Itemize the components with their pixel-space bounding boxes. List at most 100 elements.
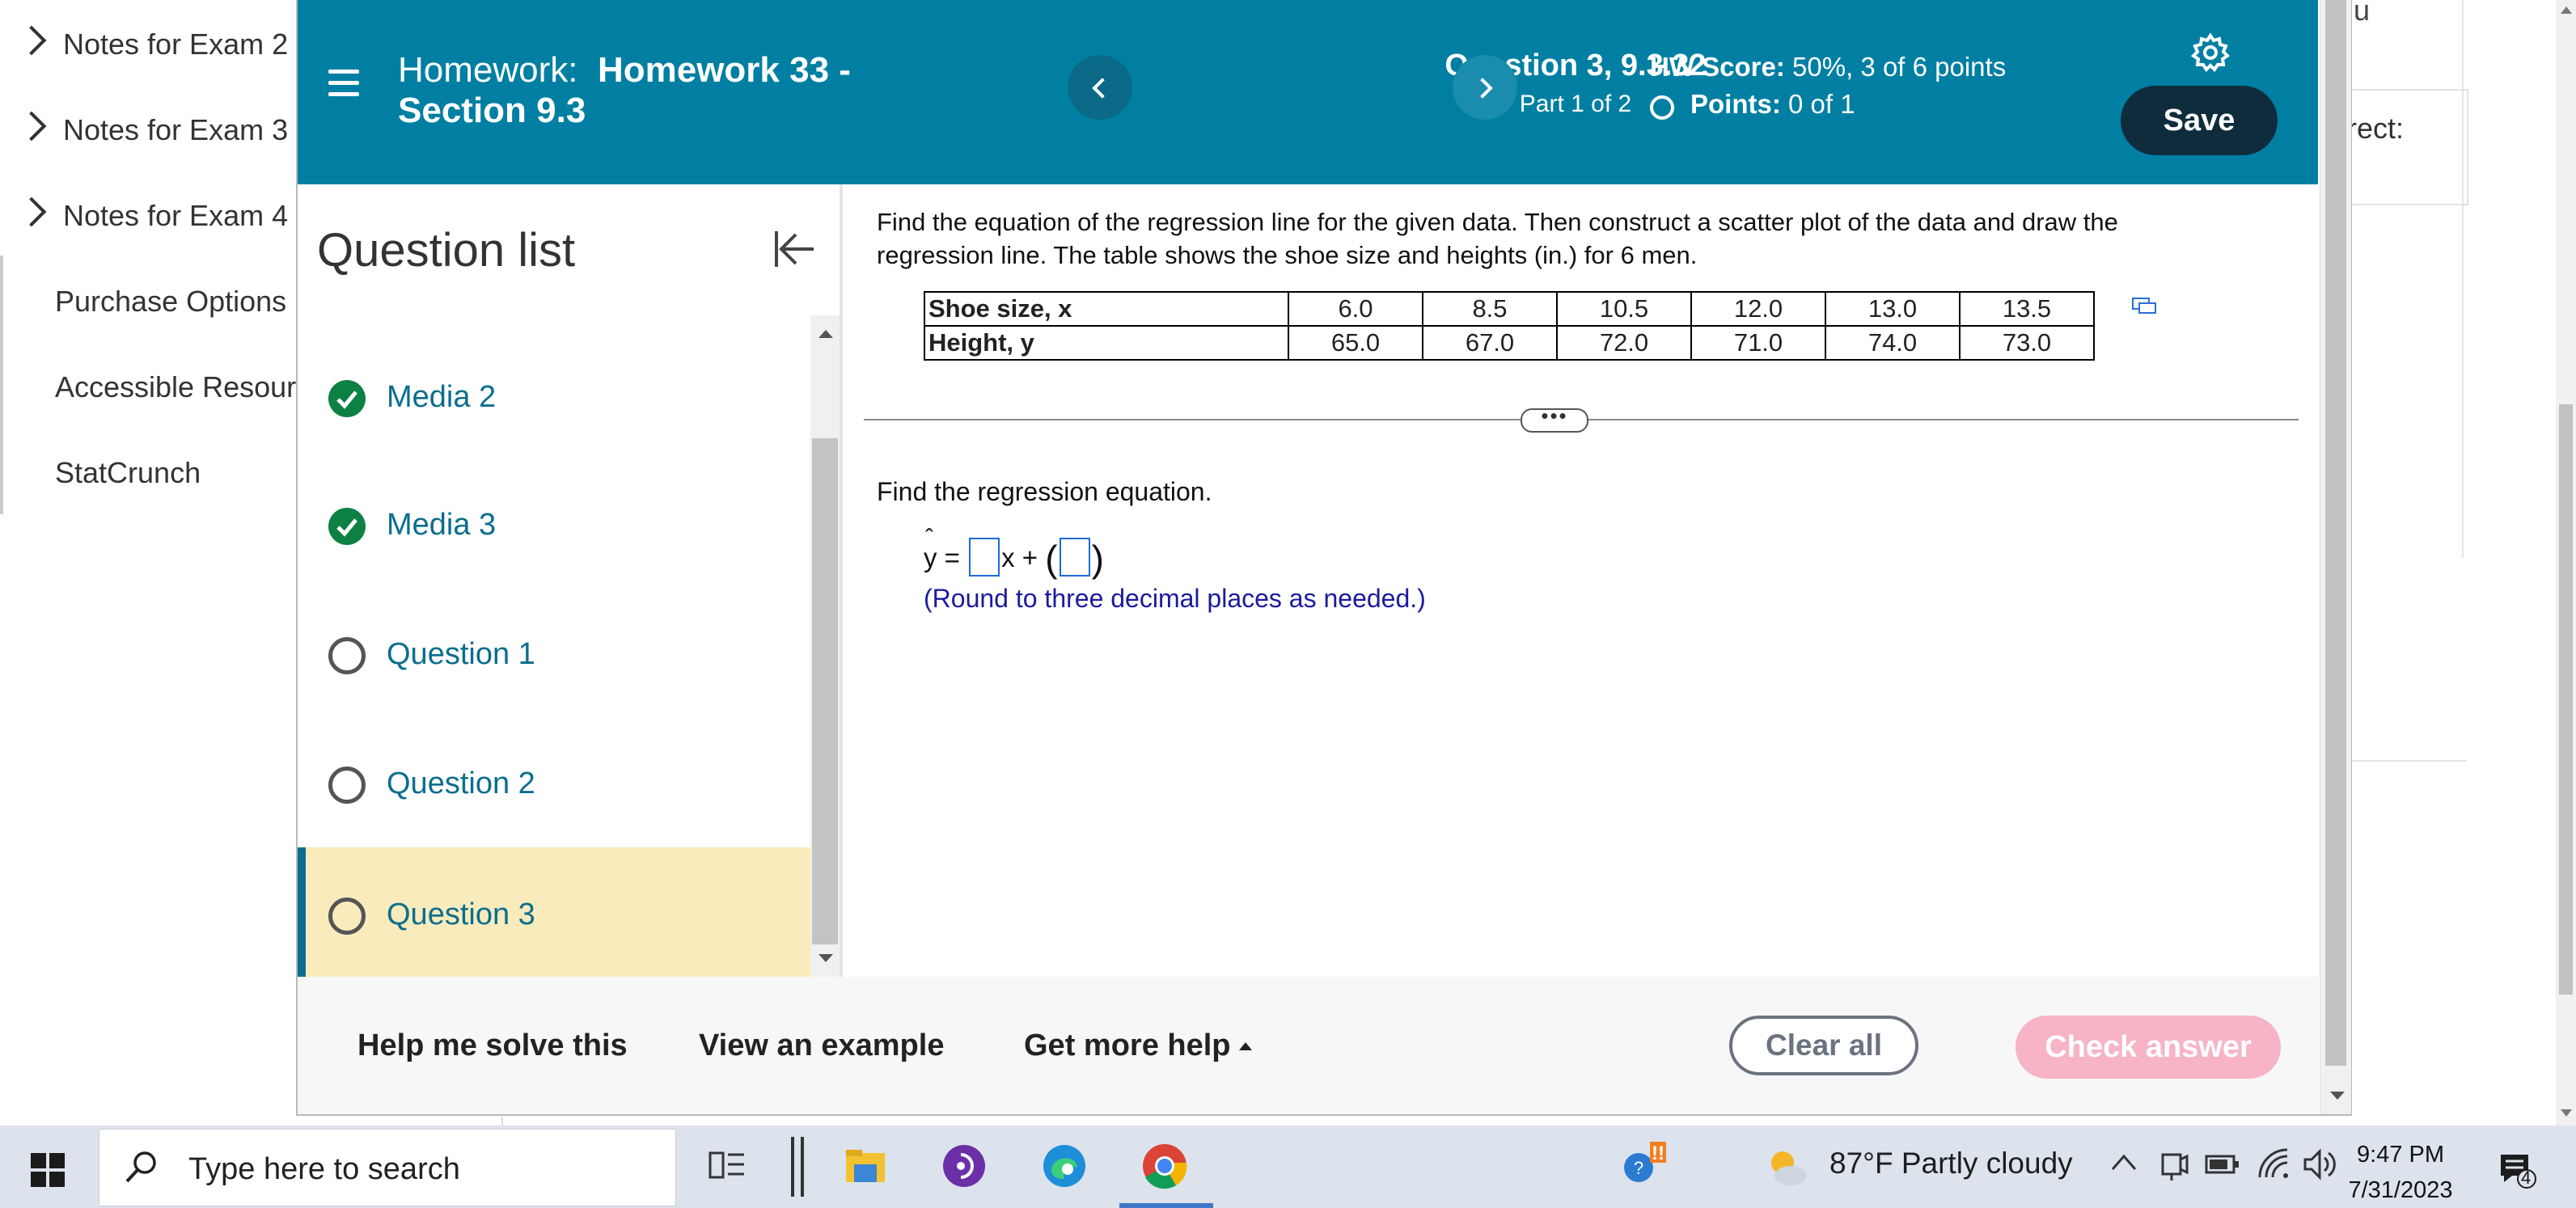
table-cell: 65.0: [1288, 325, 1423, 361]
previous-question-button[interactable]: [1068, 55, 1132, 120]
question-content: Find the equation of the regression line…: [843, 184, 2320, 977]
sidebar-item-notes-exam-3[interactable]: Notes for Exam 3: [0, 111, 289, 147]
x-term: x: [1001, 543, 1015, 572]
meet-now-icon[interactable]: [2158, 1147, 2190, 1182]
weather-text[interactable]: 87°F Partly cloudy: [1829, 1147, 2073, 1181]
course-sidebar: Notes for Exam 2 Notes for Exam 3 Notes …: [0, 0, 299, 517]
question-list-title: Question list: [317, 224, 576, 277]
taskbar-clock[interactable]: 9:47 PM 7/31/2023: [2345, 1137, 2455, 1208]
modal-scrollbar[interactable]: [2320, 0, 2351, 1114]
clear-all-button[interactable]: Clear all: [1729, 1016, 1918, 1075]
search-placeholder: Type here to search: [188, 1152, 460, 1186]
sidebar-item-label: Notes for Exam 4: [63, 199, 289, 232]
hw-score-value: 50%, 3 of 6 points: [1792, 52, 2007, 82]
edge-browser-icon[interactable]: [1040, 1142, 1089, 1190]
chrome-browser-icon[interactable]: [1140, 1142, 1189, 1190]
intercept-answer-input[interactable]: [1059, 538, 1090, 577]
file-explorer-icon[interactable]: [841, 1142, 890, 1190]
chevron-up-icon[interactable]: [2108, 1147, 2140, 1179]
scroll-down-arrow-icon[interactable]: [818, 954, 833, 962]
sidebar-item-statcrunch[interactable]: StatCrunch: [55, 456, 201, 490]
background-card-text: rect:: [2347, 112, 2405, 145]
scroll-down-arrow-icon[interactable]: [2561, 1109, 2572, 1117]
check-circle-icon: [328, 508, 366, 545]
question-list-item-question-2[interactable]: Question 2: [298, 716, 810, 846]
table-cell: 67.0: [1422, 325, 1558, 361]
table-row: Height, y 65.0 67.0 72.0 71.0 74.0 73.0: [924, 325, 2095, 361]
notification-count-badge: 4: [2521, 1168, 2532, 1188]
page-scroll-thumb[interactable]: [2559, 404, 2573, 995]
chevron-right-icon: [16, 111, 47, 141]
question-list-item-media-3[interactable]: Media 3: [298, 458, 810, 587]
sidebar-item-notes-exam-2[interactable]: Notes for Exam 2: [0, 25, 288, 61]
question-footer: Help me solve this View an example Get m…: [298, 977, 2318, 1114]
regression-equation: ˆy = x + (): [924, 525, 1104, 581]
table-cell: 13.5: [1959, 291, 2095, 327]
chevron-left-icon: [1092, 78, 1113, 99]
weather-partly-cloudy-icon[interactable]: [1763, 1145, 1812, 1193]
question-list-item-label: Media 2: [387, 380, 497, 414]
question-list-item-label: Question 1: [387, 637, 535, 671]
question-list-item-media-2[interactable]: Media 2: [298, 330, 810, 459]
taskbar-search[interactable]: Type here to search: [99, 1129, 676, 1206]
check-answer-button[interactable]: Check answer: [2016, 1016, 2281, 1079]
get-more-help-button[interactable]: Get more help: [1024, 1028, 1252, 1063]
data-table: Shoe size, x 6.0 8.5 10.5 12.0 13.0 13.5…: [924, 291, 2095, 361]
rounding-instruction: (Round to three decimal places as needed…: [924, 584, 1426, 613]
next-question-button[interactable]: [1453, 55, 1517, 120]
help-alert-icon[interactable]: ? !!: [1621, 1138, 1669, 1187]
question-list-scrollbar[interactable]: [810, 315, 840, 977]
chevron-right-icon: [1472, 78, 1493, 99]
help-me-solve-button[interactable]: Help me solve this: [357, 1028, 628, 1063]
windows-start-icon[interactable]: [31, 1153, 65, 1187]
table-cell: 12.0: [1690, 291, 1826, 327]
row-header: Shoe size, x: [924, 291, 1289, 327]
empty-circle-icon: [328, 637, 366, 674]
question-list-item-question-3[interactable]: Question 3: [298, 847, 810, 977]
svg-text:!!: !!: [1652, 1143, 1664, 1164]
sidebar-item-notes-exam-4[interactable]: Notes for Exam 4: [0, 196, 289, 233]
row-header: Height, y: [924, 325, 1289, 361]
notification-center[interactable]: 4: [2496, 1148, 2536, 1189]
question-subprompt: Find the regression equation.: [877, 477, 1212, 506]
scroll-up-arrow-icon[interactable]: [2561, 6, 2572, 14]
collapse-panel-icon[interactable]: [772, 226, 817, 272]
page-scrollbar[interactable]: [2556, 0, 2576, 1126]
question-list-scroll-thumb[interactable]: [812, 438, 838, 944]
plus-sign: +: [1022, 543, 1038, 572]
question-list-item-label: Question 3: [387, 898, 535, 931]
widgets-icon[interactable]: [704, 1142, 752, 1190]
view-example-button[interactable]: View an example: [699, 1028, 944, 1063]
question-prompt: Find the equation of the regression line…: [877, 208, 2118, 269]
homework-prefix: Homework:: [398, 50, 578, 90]
sidebar-item-label: Notes for Exam 3: [63, 113, 289, 146]
question-list-item-question-1[interactable]: Question 1: [298, 587, 810, 716]
settings-gear-icon[interactable]: [2190, 32, 2231, 73]
sidebar-item-purchase-options[interactable]: Purchase Options: [55, 285, 286, 319]
table-cell: 72.0: [1556, 325, 1692, 361]
question-list-item-label: Question 2: [387, 767, 535, 800]
clock-time: 9:47 PM: [2357, 1142, 2444, 1168]
active-app-indicator: [1119, 1203, 1213, 1208]
media-player-icon[interactable]: [940, 1142, 988, 1190]
more-toggle-button[interactable]: •••: [1521, 405, 1588, 433]
empty-circle-icon: [328, 898, 366, 935]
caret-up-icon: [1238, 1042, 1252, 1050]
wifi-icon[interactable]: [2257, 1147, 2292, 1182]
background-divider: [2337, 760, 2467, 762]
table-cell: 71.0: [1690, 325, 1826, 361]
scroll-down-arrow-icon[interactable]: [2330, 1092, 2345, 1100]
modal-scroll-thumb[interactable]: [2325, 0, 2346, 1066]
chevron-right-icon: [16, 25, 47, 56]
scroll-up-arrow-icon[interactable]: [818, 330, 833, 338]
volume-icon[interactable]: [2302, 1147, 2337, 1182]
chevron-right-icon: [16, 196, 47, 227]
sidebar-item-accessible-resources[interactable]: Accessible Resour: [55, 370, 296, 404]
save-button[interactable]: Save: [2121, 86, 2278, 155]
expand-table-icon[interactable]: [2132, 298, 2156, 314]
homework-header: Homework: Homework 33 - Section 9.3 Ques…: [298, 0, 2318, 184]
battery-icon[interactable]: [2205, 1151, 2240, 1177]
slope-answer-input[interactable]: [969, 538, 1000, 577]
question-list-panel: Question list Media 2 Media 3 Question 1…: [298, 184, 814, 977]
menu-icon[interactable]: [328, 70, 359, 103]
